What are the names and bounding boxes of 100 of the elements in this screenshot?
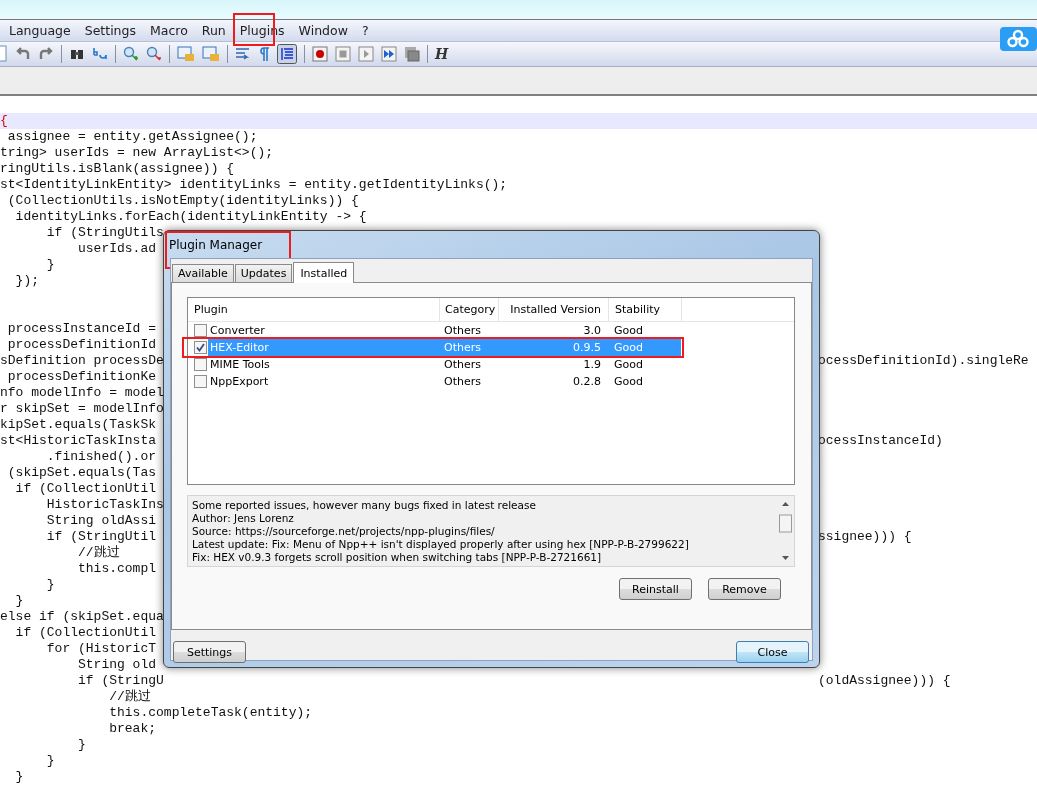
code-line: tring> userIds = new ArrayList<>(); (0, 145, 274, 161)
code-line: nfo modelInfo = model (0, 385, 164, 401)
cloud-icon[interactable] (1000, 27, 1037, 51)
code-line: sDefinition processDe (0, 353, 164, 369)
code-line: userIds.ad (77, 241, 157, 257)
code-line: { (0, 113, 8, 129)
checkbox[interactable] (194, 375, 207, 388)
version-cell-text: 3.0 (582, 324, 602, 337)
code-line: }); (14, 273, 39, 289)
version-cell-text: 1.9 (582, 358, 602, 371)
word-wrap-icon[interactable] (235, 46, 251, 62)
list-row[interactable]: Converter Others 3.0 Good (208, 322, 681, 339)
stability-cell-text: Good (613, 358, 644, 371)
code-line: st<HistoricTaskInsta (0, 433, 157, 449)
code-line-end: (oldAssignee))) { (818, 673, 951, 689)
code-line: } (77, 737, 86, 753)
zoom-out-icon[interactable] (146, 46, 162, 62)
description-line: Source: https://sourceforge.net/projects/npp-plugins/files/ (192, 525, 496, 538)
code-line: String old (77, 657, 157, 673)
code-line: } (14, 593, 24, 609)
code-line: processInstanceId = (6, 321, 157, 337)
stability-cell-text: Good (613, 341, 644, 354)
menu-item[interactable]: Macro (150, 23, 188, 38)
code-line: } (45, 577, 55, 593)
category-cell-text: Others (443, 341, 482, 354)
code-line: if (StringUtils (45, 225, 164, 241)
code-line: if (CollectionUtil (14, 625, 157, 641)
column-header[interactable]: Plugin (188, 298, 440, 321)
code-line: String oldAssi (45, 513, 157, 529)
code-line: } (45, 753, 55, 769)
column-header[interactable]: Installed Version (499, 298, 609, 321)
code-line: ringUtils.isBlank(assignee)) { (0, 161, 235, 177)
document-icon[interactable] (0, 45, 8, 63)
code-line: if (CollectionUtil (14, 481, 157, 497)
code-line: if (StringUtil (45, 529, 157, 545)
code-line: //跳过 (77, 545, 120, 561)
code-line: if (StringU (77, 673, 164, 689)
fast-forward-icon[interactable] (381, 46, 397, 62)
pilcrow-icon[interactable] (258, 46, 270, 62)
locked-window-icon[interactable] (202, 46, 220, 62)
code-line: r skipSet = modelInfo (0, 401, 164, 417)
code-line: (skipSet.equals(Tas (6, 465, 157, 481)
stability-cell-text: Good (613, 324, 644, 337)
checkbox[interactable] (194, 324, 207, 337)
code-line: this.compl (77, 561, 157, 577)
version-cell-text: 0.9.5 (572, 341, 602, 354)
redo-icon[interactable] (38, 46, 54, 62)
menu-item[interactable]: Language (9, 23, 71, 38)
checkbox[interactable] (194, 358, 207, 371)
column-header[interactable]: Category (440, 298, 499, 321)
undo-icon[interactable] (15, 46, 31, 62)
locked-window-icon[interactable] (177, 46, 195, 62)
stop-icon[interactable] (335, 46, 351, 62)
code-line: processDefinitionId (6, 337, 157, 353)
dialog-title: Plugin Manager (169, 238, 263, 252)
zoom-in-icon[interactable] (123, 46, 139, 62)
record-icon[interactable] (312, 46, 328, 62)
code-line: (CollectionUtils.isNotEmpty(identityLinks)) { (6, 193, 359, 209)
code-line-end: ocessDefinitionId).singleRe (818, 353, 1029, 369)
code-line: this.completeTask(entity); (108, 705, 313, 721)
menu-item[interactable]: Run (201, 23, 226, 38)
indent-guide-icon[interactable] (277, 44, 297, 64)
code-line: else if (skipSet.equa (0, 609, 164, 625)
column-header[interactable]: Stability (609, 298, 682, 321)
tab[interactable]: Updates (234, 264, 293, 282)
description-line: Fix: HEX v0.9.3 forgets scroll position when switching tabs [NPP-P-B-2721661] (192, 551, 603, 564)
menu-item[interactable]: Window (298, 23, 348, 38)
description-line: Latest update: Fix: Menu of Npp++ isn't displayed properly after using hex [NPP-P-B-2799622] (192, 538, 690, 551)
macro-list-icon[interactable] (404, 46, 420, 62)
checkbox[interactable] (194, 341, 207, 354)
list-row[interactable]: NppExport Others 0.2.8 Good (208, 373, 681, 390)
stability-cell-text: Good (613, 375, 644, 388)
tab[interactable]: Installed (293, 262, 355, 283)
list-row[interactable]: MIME Tools Others 1.9 Good (208, 356, 681, 373)
dialog-button[interactable]: Reinstall (619, 578, 692, 600)
plugin-name: Converter (209, 324, 266, 337)
play-icon[interactable] (358, 46, 374, 62)
description-line: Some reported issues, however many bugs fixed in latest release (192, 499, 537, 512)
category-cell-text: Others (443, 375, 482, 388)
code-line: for (HistoricT (45, 641, 157, 657)
code-line: .finished().or (45, 449, 157, 465)
dialog-button[interactable]: Close (736, 641, 809, 663)
menu-item[interactable]: Settings (84, 23, 136, 38)
menu-item[interactable]: ? (361, 23, 369, 38)
dialog-button[interactable]: Remove (708, 578, 781, 600)
version-cell-text: 0.2.8 (572, 375, 602, 388)
plugin-name: HEX-Editor (209, 341, 270, 354)
code-line: kipSet.equals(TaskSk (0, 417, 157, 433)
toolbar-button[interactable]: H (435, 46, 449, 62)
code-line-end: ssignee))) { (818, 529, 912, 545)
replace-icon[interactable] (92, 46, 108, 62)
code-line: processDefinitionKe (6, 369, 157, 385)
code-line: } (45, 257, 55, 273)
code-line: //跳过 (108, 689, 151, 705)
description-line: Author: Jens Lorenz (192, 512, 295, 525)
code-line: identityLinks.forEach(identityLinkEntity -> { (14, 209, 367, 225)
code-line: HistoricTaskIns (45, 497, 164, 513)
dialog-button[interactable]: Settings (173, 641, 246, 663)
plugin-name: NppExport (209, 375, 270, 388)
tab[interactable]: Available (172, 264, 234, 282)
